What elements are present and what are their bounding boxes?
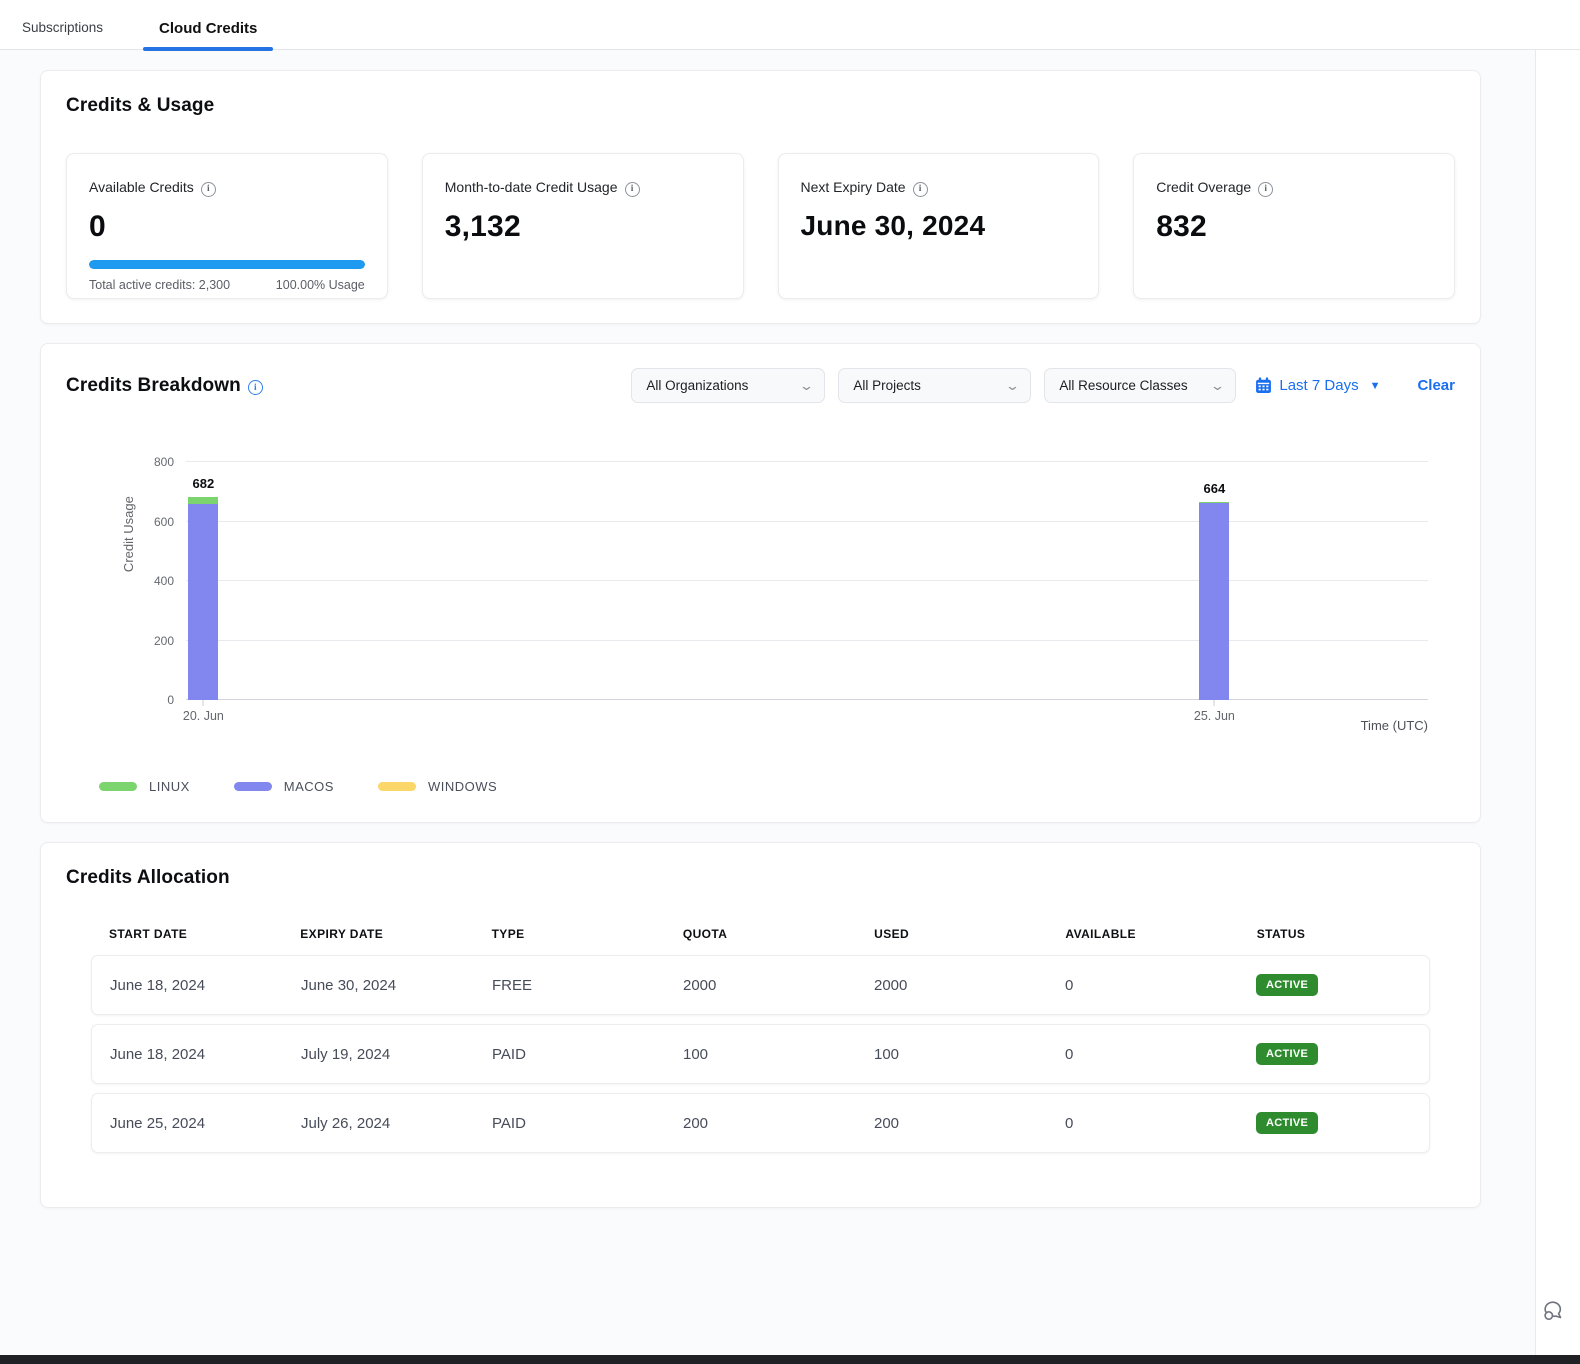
credits-usage-section: Credits & Usage Available Credits i 0 Tot…: [40, 70, 1481, 324]
legend-label: MACOS: [284, 779, 334, 794]
gridline: [186, 580, 1428, 581]
chevron-down-icon: ⌄: [1210, 378, 1225, 394]
calendar-icon: [1255, 377, 1272, 394]
tab-cloud-credits[interactable]: Cloud Credits: [149, 20, 267, 49]
mtd-usage-value: 3,132: [445, 210, 721, 244]
credits-allocation-section: Credits Allocation START DATE EXPIRY DAT…: [40, 842, 1481, 1208]
legend-swatch: [99, 782, 137, 791]
available-credits-label: Available Credits: [89, 179, 194, 195]
legend-swatch: [234, 782, 272, 791]
mtd-usage-card: Month-to-date Credit Usage i 3,132: [422, 153, 744, 299]
gridline: [186, 521, 1428, 522]
bar-segment-macos: [188, 504, 218, 700]
col-used: USED: [856, 927, 1047, 941]
gridline: [186, 461, 1428, 462]
tab-subscriptions[interactable]: Subscriptions: [12, 20, 113, 49]
chart-bar[interactable]: 682: [188, 497, 218, 700]
date-range-picker[interactable]: Last 7 Days ▼: [1255, 377, 1380, 394]
credits-allocation-table: START DATE EXPIRY DATE TYPE QUOTA USED A…: [91, 927, 1430, 1153]
col-available: AVAILABLE: [1047, 927, 1238, 941]
info-icon[interactable]: i: [913, 182, 928, 197]
bar-value-label: 664: [1204, 481, 1226, 496]
table-row[interactable]: June 18, 2024 June 30, 2024 FREE 2000 20…: [91, 955, 1430, 1015]
col-start-date: START DATE: [91, 927, 282, 941]
available-credits-value: 0: [89, 210, 365, 244]
legend-item-linux[interactable]: LINUX: [99, 779, 190, 794]
legend-swatch: [378, 782, 416, 791]
page-body: Credits & Usage Available Credits i 0 Tot…: [0, 50, 1536, 1355]
credit-usage-chart: Credit Usage 020040060080068220. Jun6642…: [66, 455, 1455, 755]
x-axis-tick: [1214, 700, 1215, 706]
y-axis-tick-label: 400: [154, 574, 174, 588]
table-row[interactable]: June 25, 2024 July 26, 2024 PAID 200 200…: [91, 1093, 1430, 1153]
bar-value-label: 682: [193, 476, 215, 491]
x-axis-tick: [203, 700, 204, 706]
table-row[interactable]: June 18, 2024 July 19, 2024 PAID 100 100…: [91, 1024, 1430, 1084]
info-icon[interactable]: i: [201, 182, 216, 197]
bottom-bar: [0, 1355, 1580, 1364]
y-axis-tick-label: 0: [167, 693, 174, 707]
col-type: TYPE: [474, 927, 665, 941]
credits-breakdown-section: Credits Breakdown i All Organizations⌄ Al…: [40, 343, 1481, 823]
chevron-down-icon: ⌄: [799, 378, 814, 394]
organizations-select[interactable]: All Organizations⌄: [631, 368, 825, 403]
chart-bar[interactable]: 664: [1199, 502, 1229, 700]
projects-select[interactable]: All Projects⌄: [838, 368, 1031, 403]
resource-classes-select[interactable]: All Resource Classes⌄: [1044, 368, 1236, 403]
status-badge: ACTIVE: [1256, 1043, 1318, 1065]
mtd-usage-label: Month-to-date Credit Usage: [445, 179, 618, 195]
credit-overage-label: Credit Overage: [1156, 179, 1251, 195]
credits-breakdown-title: Credits Breakdown: [66, 375, 241, 396]
y-axis-tick-label: 600: [154, 515, 174, 529]
next-expiry-value: June 30, 2024: [801, 210, 1077, 242]
next-expiry-label: Next Expiry Date: [801, 179, 906, 195]
tab-bar: Subscriptions Cloud Credits: [0, 0, 1580, 50]
date-range-value: Last 7 Days: [1279, 377, 1358, 394]
legend-item-windows[interactable]: WINDOWS: [378, 779, 497, 794]
col-quota: QUOTA: [665, 927, 856, 941]
stat-cards: Available Credits i 0 Total active credit…: [66, 153, 1455, 299]
x-axis-tick-label: 25. Jun: [1194, 709, 1235, 723]
credits-progress-bar: [89, 260, 365, 269]
chart-filters: All Organizations⌄ All Projects⌄ All Res…: [631, 368, 1455, 403]
x-axis-tick-label: 20. Jun: [183, 709, 224, 723]
col-expiry-date: EXPIRY DATE: [282, 927, 473, 941]
chart-plot-area: 020040060080068220. Jun66425. Jun: [186, 462, 1428, 700]
legend-label: LINUX: [149, 779, 190, 794]
x-axis-title: Time (UTC): [1361, 718, 1428, 733]
y-axis-tick-label: 200: [154, 634, 174, 648]
next-expiry-card: Next Expiry Date i June 30, 2024: [778, 153, 1100, 299]
legend-label: WINDOWS: [428, 779, 497, 794]
clear-filters-link[interactable]: Clear: [1417, 377, 1455, 394]
credits-usage-title: Credits & Usage: [66, 95, 1455, 117]
credits-allocation-title: Credits Allocation: [66, 867, 1455, 889]
credit-overage-value: 832: [1156, 210, 1432, 244]
total-active-credits: Total active credits: 2,300: [89, 278, 230, 292]
info-icon[interactable]: i: [248, 380, 263, 395]
usage-percent: 100.00% Usage: [276, 278, 365, 292]
col-status: STATUS: [1239, 927, 1430, 941]
bar-segment-macos: [1199, 503, 1229, 700]
gridline: [186, 699, 1428, 700]
y-axis-tick-label: 800: [154, 455, 174, 469]
status-badge: ACTIVE: [1256, 974, 1318, 996]
chat-bubble-icon[interactable]: [1541, 1298, 1567, 1324]
info-icon[interactable]: i: [1258, 182, 1273, 197]
info-icon[interactable]: i: [625, 182, 640, 197]
chevron-down-icon: ⌄: [1005, 378, 1020, 394]
gridline: [186, 640, 1428, 641]
table-header-row: START DATE EXPIRY DATE TYPE QUOTA USED A…: [91, 927, 1430, 955]
legend-item-macos[interactable]: MACOS: [234, 779, 334, 794]
y-axis-title: Credit Usage: [121, 496, 136, 572]
status-badge: ACTIVE: [1256, 1112, 1318, 1134]
credit-overage-card: Credit Overage i 832: [1133, 153, 1455, 299]
triangle-down-icon: ▼: [1370, 380, 1381, 392]
available-credits-card: Available Credits i 0 Total active credit…: [66, 153, 388, 299]
chart-legend: LINUX MACOS WINDOWS: [99, 779, 1455, 794]
